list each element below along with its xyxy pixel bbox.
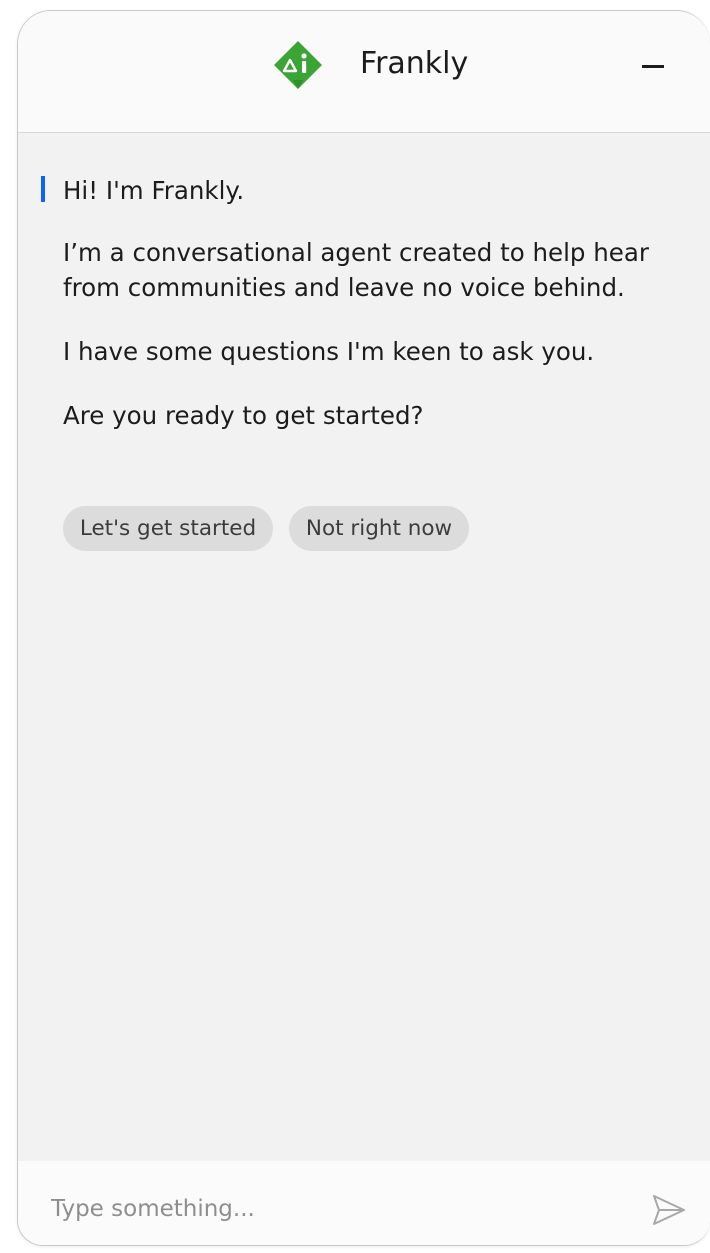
- bot-message-intro: I’m a conversational agent created to he…: [63, 238, 649, 302]
- frankly-ai-logo-icon: [274, 41, 322, 89]
- lets-get-started-button[interactable]: Let's get started: [63, 506, 273, 551]
- not-right-now-button[interactable]: Not right now: [289, 506, 469, 551]
- chat-header: Frankly: [18, 11, 710, 133]
- chat-window: Frankly Hi! I'm Frankly. I’m a conversat…: [17, 10, 710, 1246]
- chat-title: Frankly: [360, 46, 469, 81]
- bot-message-questions: I have some questions I'm keen to ask yo…: [63, 337, 595, 366]
- message-list: Hi! I'm Frankly. I’m a conversational ag…: [18, 133, 710, 1153]
- minimize-button[interactable]: [638, 49, 672, 83]
- composer-bar: [18, 1161, 710, 1245]
- message-accent-bar: [41, 176, 45, 202]
- message-input[interactable]: [51, 1189, 611, 1229]
- bot-message-ready: Are you ready to get started?: [63, 401, 424, 430]
- send-icon[interactable]: [650, 1191, 688, 1229]
- minimize-icon: [642, 65, 664, 68]
- message-scrollbar[interactable]: [704, 255, 710, 1245]
- bot-message-greeting: Hi! I'm Frankly.: [63, 176, 245, 205]
